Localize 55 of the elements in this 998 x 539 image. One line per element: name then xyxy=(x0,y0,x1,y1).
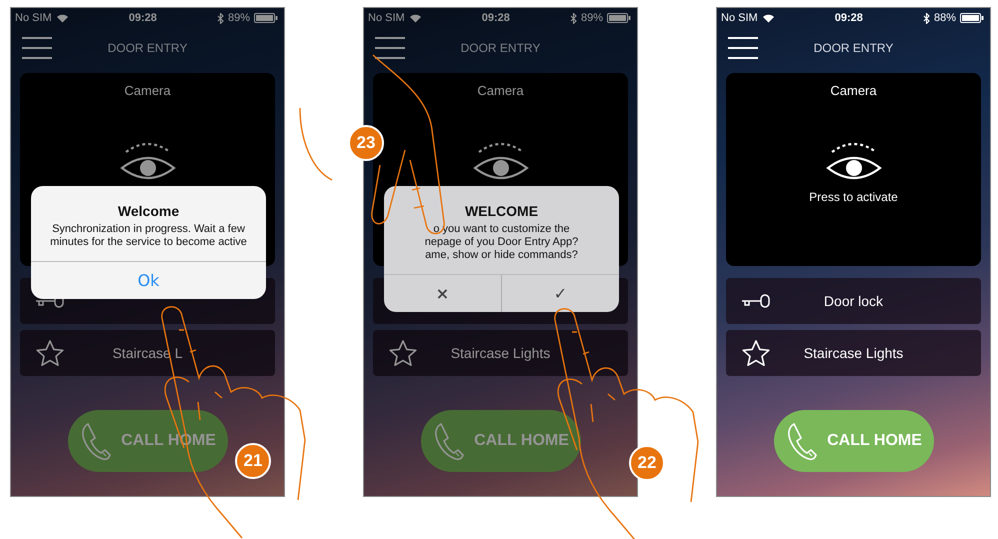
eye-icon xyxy=(118,140,178,182)
dialog-message: nepage of you Door Entry App? xyxy=(424,236,580,249)
command-button[interactable]: Door lock xyxy=(726,278,981,324)
wifi-icon xyxy=(408,13,422,23)
command-label: Staircase Lights xyxy=(802,345,904,361)
battery-icon xyxy=(254,13,278,23)
carrier-label: No SIM xyxy=(721,12,758,24)
screen-title: DOOR ENTRY xyxy=(460,41,542,55)
command-label: Staircase Lights xyxy=(450,345,552,361)
menu-icon[interactable] xyxy=(375,36,405,60)
eye-icon xyxy=(470,140,530,182)
phone-icon xyxy=(785,421,820,461)
dialog-message: ame, show or hide commands? xyxy=(424,249,579,262)
star-icon xyxy=(388,339,418,367)
dialog-button[interactable]: × xyxy=(384,275,501,312)
carrier-label: No SIM xyxy=(368,12,405,24)
battery-icon xyxy=(606,13,631,23)
phone-icon xyxy=(432,421,466,461)
bluetooth-icon xyxy=(216,12,224,24)
camera-title: Camera xyxy=(477,83,524,98)
menu-icon[interactable] xyxy=(728,36,758,60)
screen-title: DOOR ENTRY xyxy=(812,41,894,55)
camera-title: Camera xyxy=(830,83,877,98)
step-number-badge: 23 xyxy=(348,125,384,161)
step-number-badge: 22 xyxy=(629,445,665,481)
command-button[interactable]: Staircase Lights xyxy=(726,330,981,376)
camera-caption: Press to activate xyxy=(809,190,898,204)
wifi-icon xyxy=(762,13,775,23)
battery-icon xyxy=(960,13,984,23)
dialog-button[interactable]: ✓ xyxy=(501,275,619,312)
phone-icon xyxy=(79,421,114,461)
clock-time: 09:28 xyxy=(128,12,157,24)
carrier-label: No SIM xyxy=(15,12,52,24)
camera-title: Camera xyxy=(124,83,171,98)
battery-percent: 89% xyxy=(580,12,603,24)
command-button[interactable]: Staircase Lights xyxy=(373,330,628,376)
bluetooth-icon xyxy=(570,12,577,24)
dialog-message: Synchronization in progress. Wait a few minutes for the service to become active xyxy=(49,223,248,249)
command-label: Door lock xyxy=(822,293,884,309)
clock-time: 09:28 xyxy=(834,12,863,24)
screen-title: DOOR ENTRY xyxy=(106,41,188,55)
wifi-icon xyxy=(56,13,69,23)
star-icon xyxy=(35,339,65,367)
battery-percent: 89% xyxy=(228,12,250,24)
eye-icon xyxy=(824,140,884,182)
menu-icon[interactable] xyxy=(22,36,52,60)
clock-time: 09:28 xyxy=(482,12,510,24)
battery-percent: 88% xyxy=(934,12,956,24)
bluetooth-icon xyxy=(922,12,930,24)
camera-panel[interactable]: Camera Press to activate xyxy=(726,73,981,266)
dialog-message: o you want to customize the xyxy=(432,223,571,236)
dialog-title: Welcome xyxy=(116,203,180,219)
star-icon xyxy=(741,339,771,367)
dialog-title: WELCOME xyxy=(464,203,540,219)
key-icon xyxy=(741,294,771,308)
